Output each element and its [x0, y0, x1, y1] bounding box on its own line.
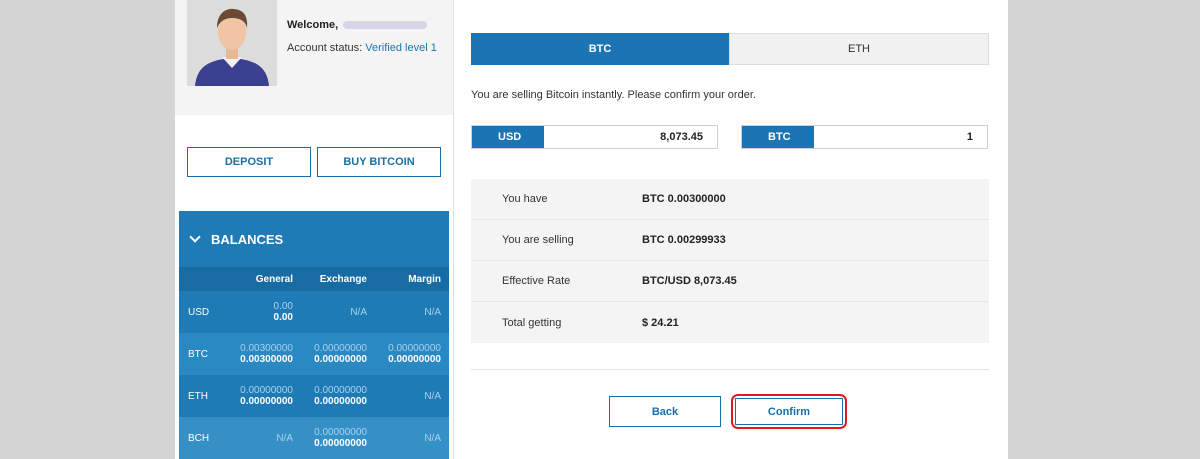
- column-margin: Margin: [408, 273, 441, 285]
- balance-row-btc: BTC 0.00300000 0.00300000 0.00000000 0.000…: [179, 333, 449, 375]
- summary-label: You have: [502, 193, 548, 205]
- deposit-button[interactable]: DEPOSIT: [187, 147, 311, 177]
- summary-label: You are selling: [502, 234, 574, 246]
- column-general: General: [255, 273, 293, 285]
- summary-value: BTC 0.00300000: [642, 193, 726, 205]
- general-available: 0.00300000: [240, 343, 293, 354]
- left-sidebar: Welcome, Account status: Verified level …: [175, 0, 453, 459]
- asset-label: BTC: [188, 348, 208, 360]
- avatar: [187, 0, 277, 86]
- balances-panel: BALANCES General Exchange Margin USD 0.0…: [179, 211, 449, 459]
- summary-label: Total getting: [502, 316, 562, 329]
- asset-label: BCH: [188, 432, 210, 444]
- summary-value: BTC/USD 8,073.45: [642, 275, 737, 287]
- chevron-down-icon: [189, 231, 201, 243]
- btc-amount-label: BTC: [742, 126, 814, 148]
- account-status: Account status: Verified level 1: [287, 42, 437, 54]
- welcome-label: Welcome,: [287, 19, 339, 31]
- summary-row-you-have: You have BTC 0.00300000: [471, 179, 989, 220]
- exchange-total: 0.00000000: [314, 354, 367, 365]
- balance-row-eth: ETH 0.00000000 0.00000000 0.00000000 0.000…: [179, 375, 449, 417]
- general-total: 0.00000000: [240, 396, 293, 407]
- general-total: 0.00: [273, 312, 293, 323]
- summary-row-rate: Effective Rate BTC/USD 8,073.45: [471, 261, 989, 302]
- balance-row-usd: USD 0.00 0.00 N/A N/A: [179, 291, 449, 333]
- general-available: 0.00000000: [240, 385, 293, 396]
- exchange-total: 0.00000000: [314, 438, 367, 449]
- margin-available: N/A: [424, 432, 441, 444]
- usd-amount-label: USD: [472, 126, 544, 148]
- profile-card: Welcome, Account status: Verified level …: [175, 0, 453, 115]
- margin-available: N/A: [424, 306, 441, 318]
- balance-row-bch: BCH N/A 0.00000000 0.00000000 N/A: [179, 417, 449, 459]
- exchange-available: 0.00000000: [314, 343, 367, 354]
- back-button[interactable]: Back: [609, 396, 721, 427]
- summary-label: Effective Rate: [502, 275, 571, 287]
- general-total: 0.00300000: [240, 354, 293, 365]
- asset-label: ETH: [188, 390, 208, 402]
- summary-value: $ 24.21: [642, 316, 679, 329]
- general-available: 0.00: [273, 301, 293, 312]
- account-status-label: Account status:: [287, 42, 363, 54]
- summary-row-selling: You are selling BTC 0.00299933: [471, 220, 989, 261]
- btc-amount-value[interactable]: 1: [814, 126, 987, 148]
- confirm-button[interactable]: Confirm: [735, 398, 843, 425]
- summary-value: BTC 0.00299933: [642, 234, 726, 246]
- currency-tabs: BTC ETH: [471, 33, 989, 65]
- confirm-highlight: Confirm: [731, 394, 847, 429]
- exchange-total: 0.00000000: [314, 396, 367, 407]
- balances-column-headers: General Exchange Margin: [179, 267, 449, 291]
- order-summary: You have BTC 0.00300000 You are selling …: [471, 179, 989, 343]
- blurred-username: [343, 21, 428, 30]
- account-status-link[interactable]: Verified level 1: [365, 42, 437, 54]
- tab-btc[interactable]: BTC: [471, 33, 729, 65]
- tab-eth[interactable]: ETH: [729, 33, 989, 65]
- balances-title: BALANCES: [211, 231, 284, 247]
- welcome-text: Welcome,: [287, 19, 428, 31]
- divider: [471, 369, 989, 370]
- margin-total: 0.00000000: [388, 354, 441, 365]
- balances-header[interactable]: BALANCES: [179, 211, 449, 267]
- order-panel: BTC ETH You are selling Bitcoin instantl…: [453, 0, 1008, 459]
- general-available: N/A: [276, 432, 293, 444]
- margin-available: 0.00000000: [388, 343, 441, 354]
- asset-label: USD: [188, 306, 210, 318]
- btc-amount-field[interactable]: BTC 1: [741, 125, 988, 149]
- buy-bitcoin-button[interactable]: BUY BITCOIN: [317, 147, 441, 177]
- order-message: You are selling Bitcoin instantly. Pleas…: [471, 89, 756, 101]
- usd-amount-field[interactable]: USD 8,073.45: [471, 125, 718, 149]
- exchange-available: 0.00000000: [314, 427, 367, 438]
- exchange-available: N/A: [350, 306, 367, 318]
- exchange-available: 0.00000000: [314, 385, 367, 396]
- summary-row-total: Total getting $ 24.21: [471, 302, 989, 343]
- usd-amount-value[interactable]: 8,073.45: [544, 126, 717, 148]
- column-exchange: Exchange: [319, 273, 367, 285]
- margin-available: N/A: [424, 390, 441, 402]
